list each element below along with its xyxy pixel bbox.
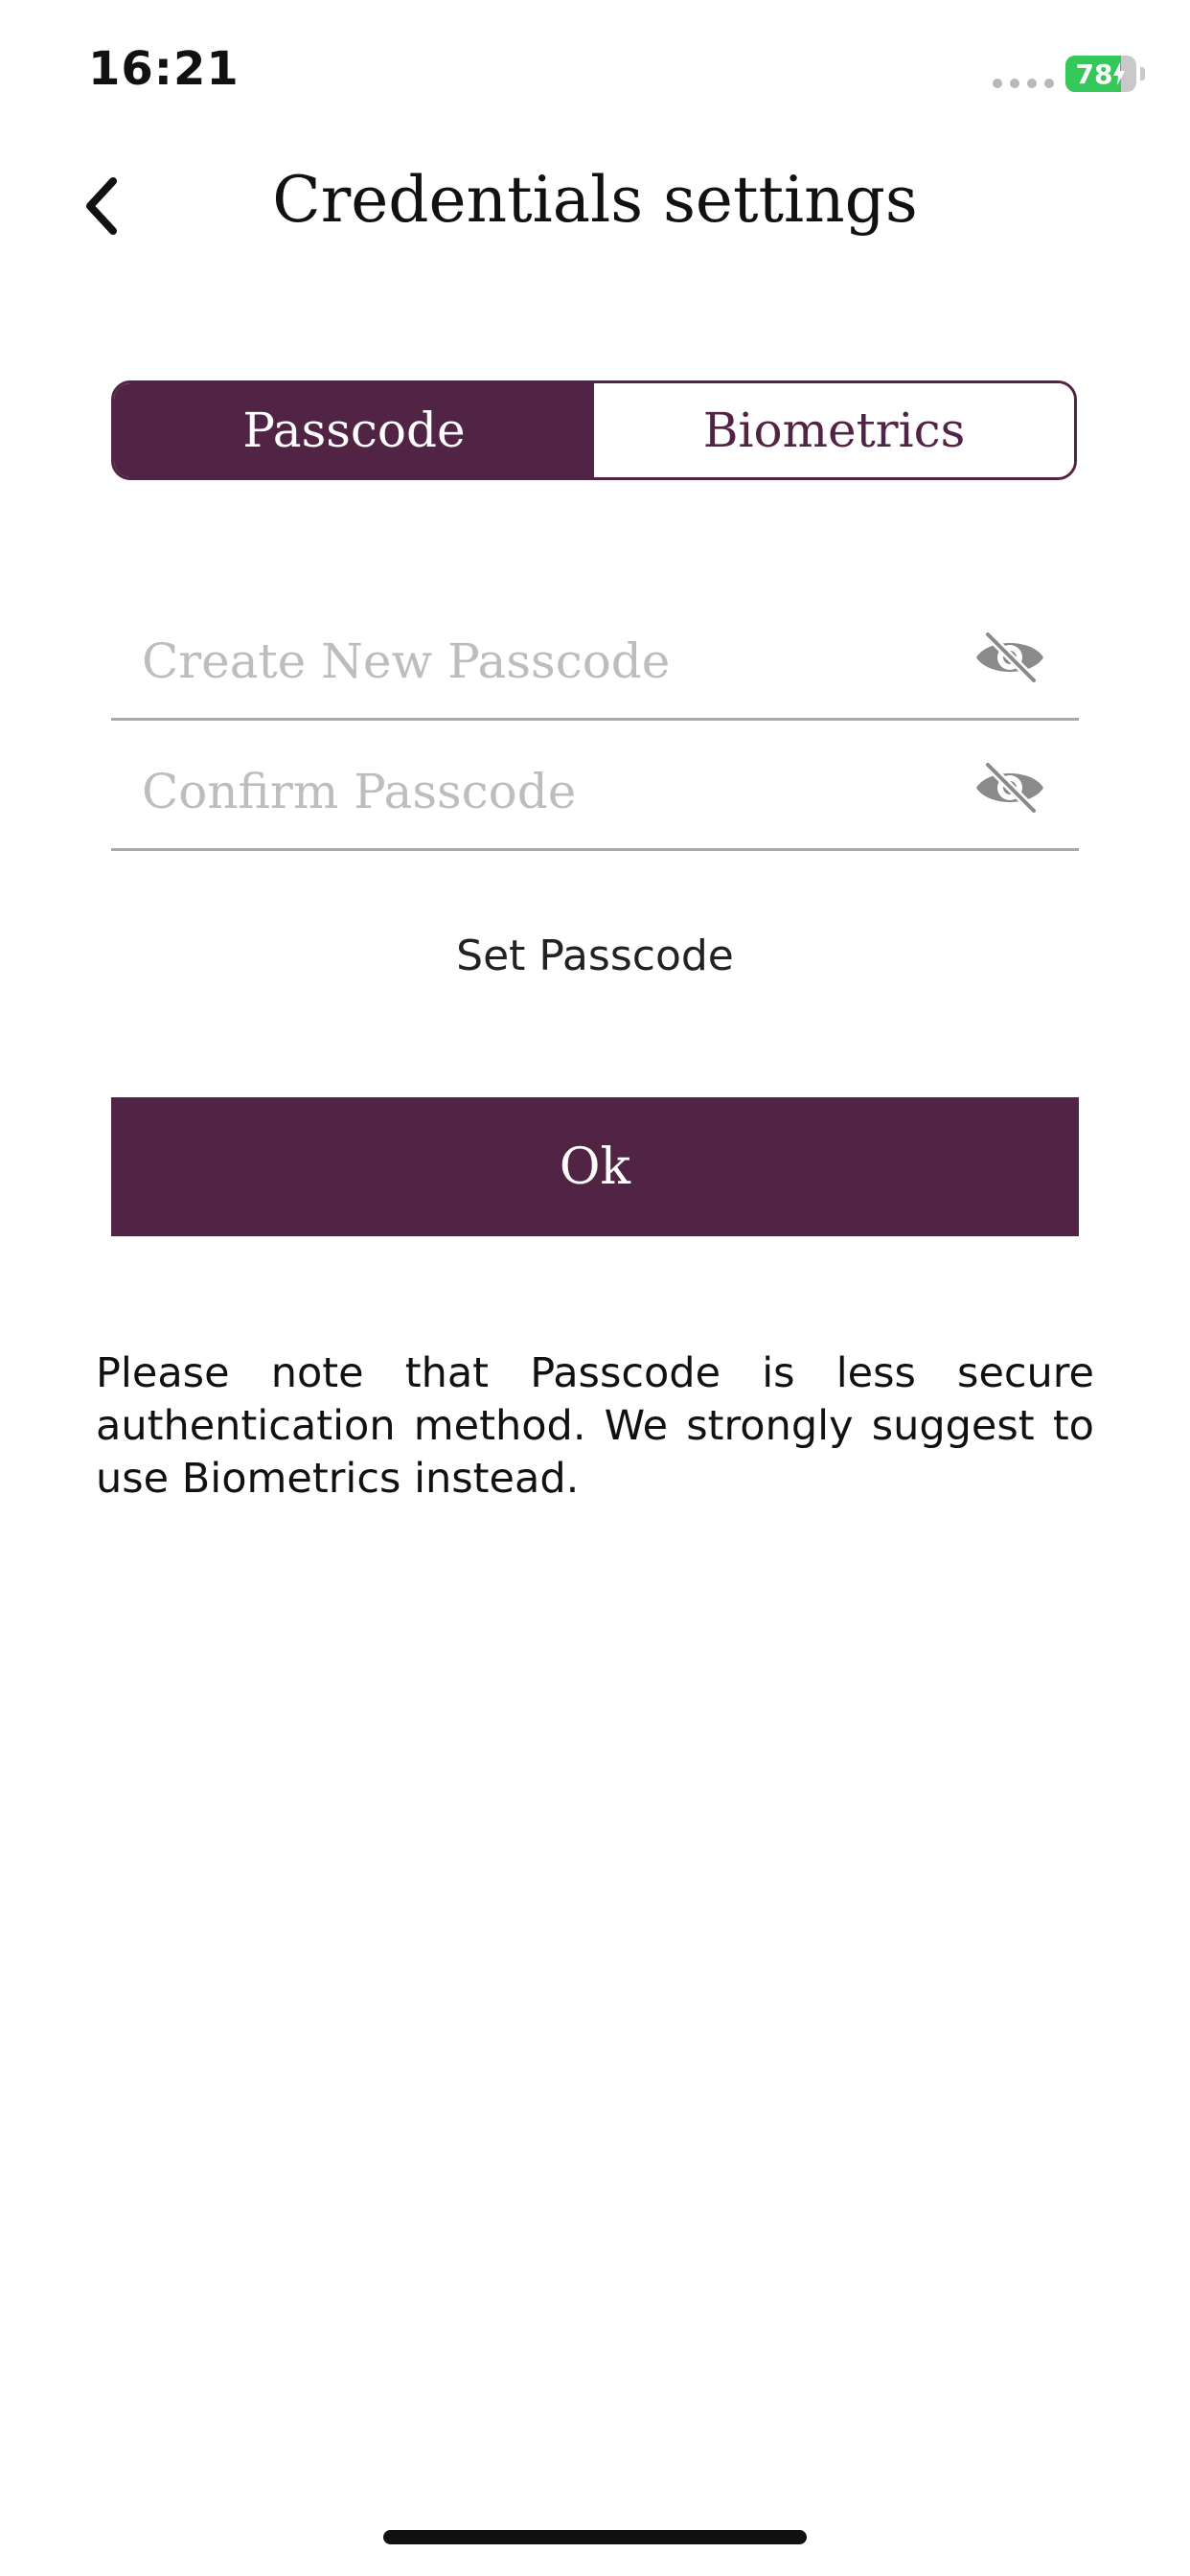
battery-icon: 78	[1065, 56, 1136, 92]
cellular-signal-icon	[993, 79, 1054, 88]
confirm-passcode-input[interactable]	[142, 753, 947, 830]
battery-cap	[1140, 67, 1145, 80]
eye-slash-icon	[976, 631, 1043, 684]
tab-passcode[interactable]: Passcode	[114, 383, 594, 477]
toggle-new-passcode-visibility-button[interactable]	[972, 627, 1048, 688]
new-passcode-input[interactable]	[142, 623, 947, 700]
page-title: Credentials settings	[272, 163, 918, 237]
new-passcode-field-container	[111, 594, 1079, 721]
confirm-passcode-field-container	[111, 724, 1079, 851]
status-time: 16:21	[88, 42, 240, 96]
security-note: Please note that Passcode is less secure…	[96, 1349, 1094, 1503]
charging-bolt-icon	[1113, 62, 1126, 85]
toggle-confirm-passcode-visibility-button[interactable]	[972, 757, 1048, 818]
eye-slash-icon	[976, 761, 1043, 815]
tab-biometrics[interactable]: Biometrics	[594, 383, 1074, 477]
auth-method-toggle: Passcode Biometrics	[111, 380, 1077, 480]
ok-button[interactable]: Ok	[111, 1097, 1079, 1236]
set-passcode-label: Set Passcode	[456, 932, 734, 980]
battery-level: 78	[1075, 58, 1113, 90]
home-indicator[interactable]	[383, 2530, 807, 2544]
